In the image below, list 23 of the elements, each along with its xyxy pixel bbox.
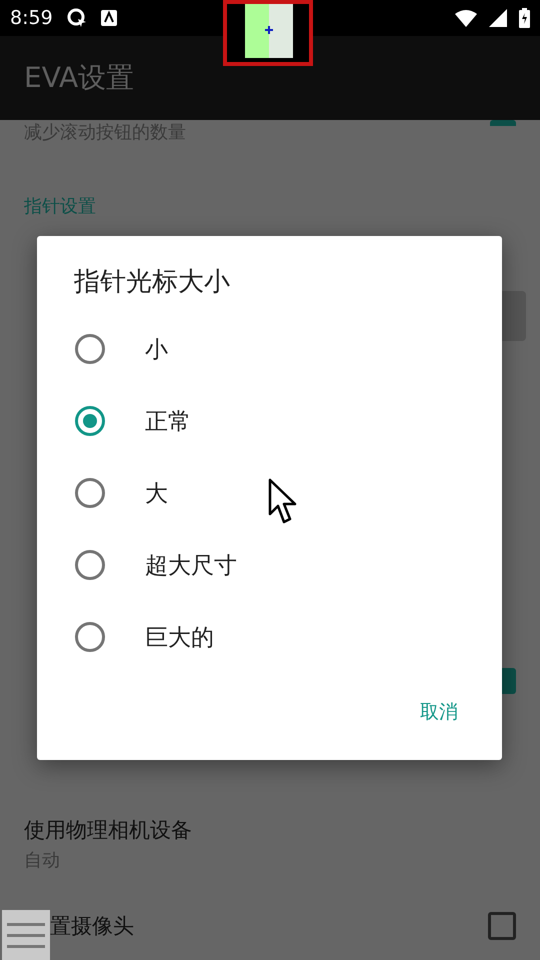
section-header: 指针设置	[24, 195, 96, 218]
cursor-icon	[66, 8, 87, 28]
radio-option[interactable]: 正常	[37, 385, 502, 457]
dialog-title: 指针光标大小	[74, 266, 230, 299]
radio-button[interactable]	[75, 334, 105, 364]
wifi-icon	[455, 10, 477, 26]
radio-button[interactable]	[75, 478, 105, 508]
radio-button[interactable]	[75, 550, 105, 580]
signal-icon	[489, 9, 507, 27]
radio-option[interactable]: 大	[37, 457, 502, 529]
battery-icon	[519, 8, 530, 28]
mouse-pointer-icon	[268, 478, 298, 526]
radio-option[interactable]: 巨大的	[37, 601, 502, 673]
checkbox[interactable]	[488, 912, 516, 940]
status-time: 8:59	[10, 7, 53, 29]
menu-button[interactable]	[2, 910, 50, 960]
cancel-button[interactable]: 取消	[410, 693, 468, 731]
radio-option[interactable]: 小	[37, 313, 502, 385]
radio-button[interactable]	[75, 622, 105, 652]
radio-option[interactable]: 超大尺寸	[37, 529, 502, 601]
app-icon	[100, 10, 117, 26]
app-bar-title: EVA设置	[24, 60, 134, 96]
radio-button[interactable]	[75, 406, 105, 436]
